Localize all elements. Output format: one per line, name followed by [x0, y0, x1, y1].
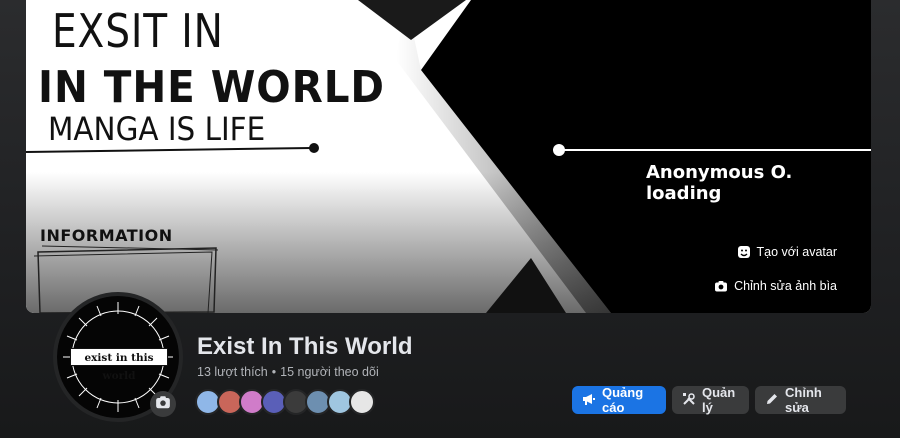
cover-author-text: Anonymous O. loading — [646, 162, 793, 204]
avatar-sticker-icon — [737, 245, 751, 259]
camera-icon — [155, 394, 171, 415]
megaphone-icon — [582, 392, 596, 409]
cover-title-line1: EXSIT IN — [52, 4, 224, 58]
likes-count[interactable]: 13 lượt thích — [197, 365, 268, 379]
cover-info-label: INFORMATION — [40, 226, 173, 245]
create-with-avatar-button[interactable]: Tạo với avatar — [737, 245, 837, 259]
edit-cover-photo-label: Chỉnh sửa ảnh bìa — [734, 279, 837, 293]
stats-separator: • — [271, 365, 277, 379]
profile-picture-text: exist in this world — [70, 348, 168, 382]
page-stats: 13 lượt thích • 15 người theo dõi — [197, 365, 379, 379]
followers-count[interactable]: 15 người theo dõi — [280, 365, 379, 379]
cover-title-line2: IN THE WORLD — [38, 62, 385, 113]
follower-avatars[interactable] — [195, 389, 375, 415]
edit-cover-photo-button[interactable]: Chỉnh sửa ảnh bìa — [714, 279, 837, 293]
cover-photo[interactable]: EXSIT IN IN THE WORLD MANGA IS LIFE INFO… — [26, 0, 871, 313]
camera-icon — [714, 279, 728, 293]
page-title: Exist In This World — [197, 333, 413, 360]
update-profile-picture-button[interactable] — [150, 391, 176, 417]
tools-icon — [682, 392, 696, 409]
follower-avatar[interactable] — [349, 389, 375, 415]
manage-label: Quản lý — [702, 385, 736, 415]
edit-label: Chỉnh sửa — [785, 385, 822, 415]
edit-button[interactable]: Chỉnh sửa — [755, 385, 846, 415]
pencil-icon — [765, 392, 779, 409]
ads-label: Quảng cáo — [602, 385, 644, 415]
cover-title-line3: MANGA IS LIFE — [48, 110, 266, 148]
manage-button[interactable]: Quản lý — [672, 385, 749, 415]
ads-button[interactable]: Quảng cáo — [572, 385, 666, 415]
create-with-avatar-label: Tạo với avatar — [756, 245, 837, 259]
